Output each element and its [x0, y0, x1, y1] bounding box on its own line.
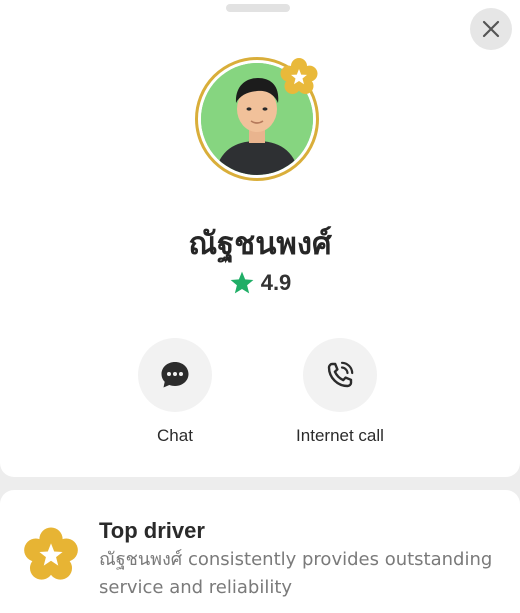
internet-call-label: Internet call: [296, 426, 384, 445]
top-driver-badge-icon: [280, 58, 318, 94]
driver-name: ณัฐชนพงศ์: [188, 226, 332, 262]
close-button[interactable]: [470, 8, 512, 50]
top-driver-star-badge-icon: [24, 527, 78, 580]
internet-call-button[interactable]: [303, 338, 377, 412]
top-driver-title: Top driver: [99, 518, 205, 543]
internet-call-action[interactable]: Internet call: [270, 338, 410, 446]
phone-call-icon: [327, 361, 354, 388]
rating-value: 4.9: [260, 270, 292, 295]
top-driver-description: ณัฐชนพงศ์ consistently provides outstand…: [99, 549, 493, 598]
chat-action[interactable]: Chat: [105, 338, 245, 446]
chat-label: Chat: [157, 426, 193, 445]
chat-bubble-icon: [161, 362, 189, 388]
driver-rating: 4.9: [0, 270, 520, 296]
driver-avatar-group: [195, 57, 319, 181]
driver-profile-sheet: ณัฐชนพงศ์ 4.9 Chat Internet call: [0, 0, 520, 477]
close-icon: [482, 20, 500, 38]
sheet-grabber-handle[interactable]: [226, 4, 290, 12]
star-icon: [230, 271, 254, 294]
chat-button[interactable]: [138, 338, 212, 412]
top-driver-card: Top driver ณัฐชนพงศ์ consistently provid…: [0, 490, 520, 613]
